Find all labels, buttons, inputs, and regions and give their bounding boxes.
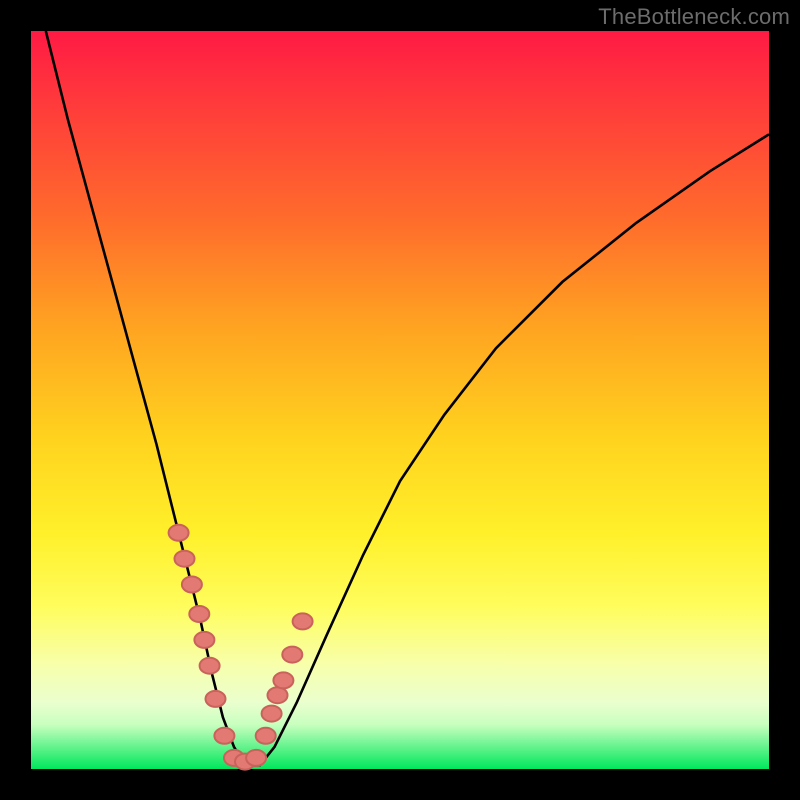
data-point: [175, 551, 195, 567]
data-point: [182, 577, 202, 593]
chart-frame: TheBottleneck.com: [0, 0, 800, 800]
bottleneck-curve: [46, 31, 769, 765]
data-point: [268, 687, 288, 703]
data-point: [256, 728, 276, 744]
attribution-text: TheBottleneck.com: [598, 4, 790, 30]
data-point: [206, 691, 226, 707]
data-point: [273, 672, 293, 688]
data-point: [282, 647, 302, 663]
data-point: [214, 728, 234, 744]
data-point: [200, 658, 220, 674]
data-point: [262, 706, 282, 722]
data-point: [189, 606, 209, 622]
data-point: [246, 750, 266, 766]
data-point: [293, 613, 313, 629]
highlighted-points-group: [169, 525, 313, 770]
data-point: [194, 632, 214, 648]
chart-overlay: [31, 31, 769, 769]
data-point: [169, 525, 189, 541]
